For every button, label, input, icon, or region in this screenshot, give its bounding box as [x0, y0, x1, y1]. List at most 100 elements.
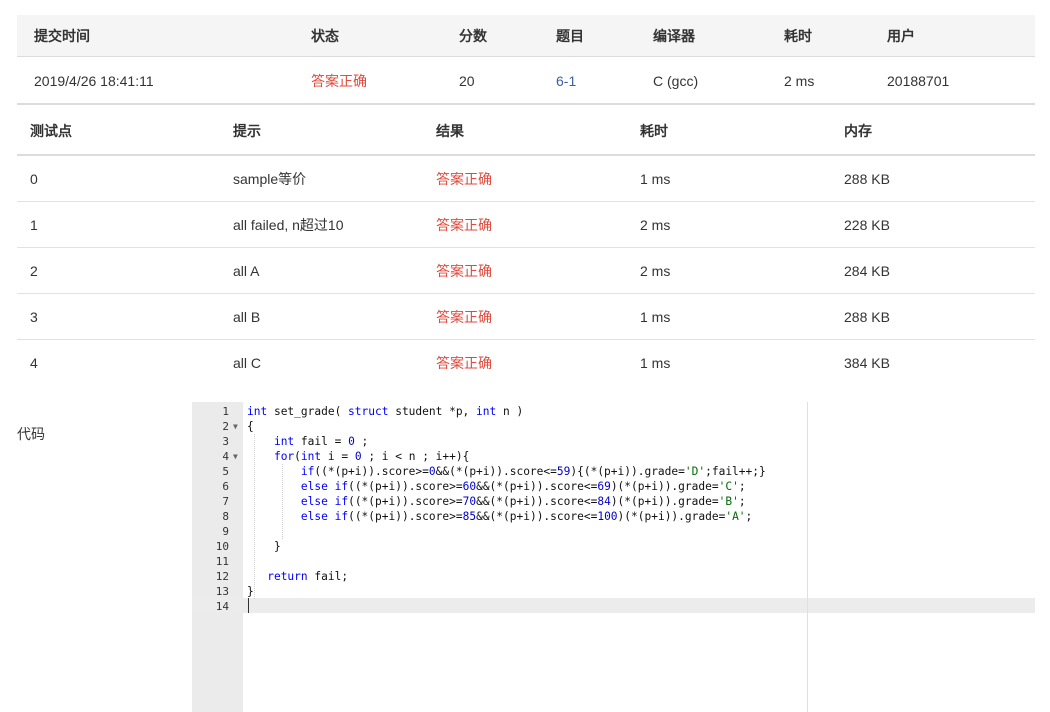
case-hint: sample等价	[233, 171, 307, 187]
case-result: 答案正确	[436, 217, 492, 233]
table-row: 4 all C 答案正确 1 ms 384 KB	[17, 340, 1035, 386]
case-id: 4	[30, 355, 38, 371]
code-line[interactable]: 13}	[192, 584, 1035, 599]
case-duration: 2 ms	[640, 217, 671, 233]
case-id: 1	[30, 217, 38, 233]
code-text: else if((*(p+i)).score>=60&&(*(p+i)).sco…	[300, 480, 746, 493]
line-number: 10	[215, 540, 229, 553]
line-number: 13	[215, 585, 229, 598]
fold-arrow-icon[interactable]: ▼	[233, 449, 238, 464]
indent-guide	[282, 464, 283, 539]
line-number: 1	[222, 405, 229, 418]
case-duration: 1 ms	[640, 355, 671, 371]
case-memory: 384 KB	[844, 355, 890, 371]
case-hint: all failed, n超过10	[233, 217, 344, 233]
case-result: 答案正确	[436, 263, 492, 279]
header-duration: 耗时	[784, 28, 812, 44]
case-hint: all C	[233, 355, 262, 371]
code-text: for(int i = 0 ; i < n ; i++){	[273, 450, 470, 463]
header-user: 用户	[887, 28, 915, 44]
submission-row: 2019/4/26 18:41:11 答案正确 20 6-1 C (gcc) 2…	[17, 57, 1035, 105]
code-text: return fail;	[267, 570, 349, 583]
table-row: 0 sample等价 答案正确 1 ms 288 KB	[17, 156, 1035, 202]
code-line[interactable]: 8 else if((*(p+i)).score>=85&&(*(p+i)).s…	[192, 509, 1035, 524]
header-score: 分数	[459, 28, 487, 44]
code-text: {	[247, 420, 254, 433]
case-duration: 1 ms	[640, 171, 671, 187]
status-badge: 答案正确	[311, 73, 367, 89]
score-value: 20	[459, 73, 475, 89]
code-line[interactable]: 9	[192, 524, 1035, 539]
code-section-label: 代码	[17, 426, 45, 442]
line-number: 8	[222, 510, 229, 523]
fold-arrow-icon[interactable]: ▼	[233, 419, 238, 434]
table-row: 1 all failed, n超过10 答案正确 2 ms 228 KB	[17, 202, 1035, 248]
submission-table: 提交时间 状态 分数 题目 编译器 耗时 用户 2019/4/26 18:41:…	[17, 15, 1035, 105]
code-line[interactable]: 5 if((*(p+i)).score>=0&&(*(p+i)).score<=…	[192, 464, 1035, 479]
header-submit-time: 提交时间	[34, 28, 90, 44]
line-number: 3	[222, 435, 229, 448]
line-number: 4	[222, 450, 229, 463]
indent-guide	[254, 434, 255, 599]
code-text: int fail = 0 ;	[273, 435, 369, 448]
header-result: 结果	[436, 123, 464, 139]
line-number: 11	[215, 555, 229, 568]
code-lines[interactable]: 1 int set_grade( struct student *p, int n…	[192, 404, 1035, 614]
case-id: 3	[30, 309, 38, 325]
header-compiler: 编译器	[653, 28, 695, 44]
case-id: 2	[30, 263, 38, 279]
case-result: 答案正确	[436, 171, 492, 187]
case-memory: 228 KB	[844, 217, 890, 233]
code-text: int set_grade( struct student *p, int n …	[247, 405, 524, 418]
line-number: 12	[215, 570, 229, 583]
line-number: 5	[222, 465, 229, 478]
line-number: 7	[222, 495, 229, 508]
case-memory: 288 KB	[844, 309, 890, 325]
test-case-table: 测试点 提示 结果 耗时 内存 0 sample等价 答案正确 1 ms 288…	[17, 106, 1035, 386]
code-line[interactable]: 1 int set_grade( struct student *p, int n…	[192, 404, 1035, 419]
case-duration: 1 ms	[640, 309, 671, 325]
code-line[interactable]: 2 ▼ {	[192, 419, 1035, 434]
table-row: 2 all A 答案正确 2 ms 284 KB	[17, 248, 1035, 294]
submit-time: 2019/4/26 18:41:11	[34, 73, 154, 89]
case-id: 0	[30, 171, 38, 187]
code-text: }	[247, 585, 254, 598]
header-status: 状态	[311, 28, 339, 44]
case-hint: all A	[233, 263, 260, 279]
header-case-id: 测试点	[30, 123, 72, 139]
header-hint: 提示	[233, 123, 261, 139]
code-line[interactable]: 7 else if((*(p+i)).score>=70&&(*(p+i)).s…	[192, 494, 1035, 509]
code-text: if((*(p+i)).score>=0&&(*(p+i)).score<=59…	[300, 465, 766, 478]
code-line[interactable]: 3 int fail = 0 ;	[192, 434, 1035, 449]
code-line[interactable]: 12 return fail;	[192, 569, 1035, 584]
code-line[interactable]: 10 }	[192, 539, 1035, 554]
user-value: 20188701	[887, 73, 950, 89]
case-memory: 288 KB	[844, 171, 890, 187]
case-memory: 284 KB	[844, 263, 890, 279]
code-editor[interactable]: 1 int set_grade( struct student *p, int n…	[192, 402, 1035, 712]
test-case-header-row: 测试点 提示 结果 耗时 内存	[17, 106, 1035, 156]
line-number: 6	[222, 480, 229, 493]
table-row: 3 all B 答案正确 1 ms 288 KB	[17, 294, 1035, 340]
line-number: 14	[215, 600, 229, 613]
code-text: else if((*(p+i)).score>=85&&(*(p+i)).sco…	[300, 510, 753, 523]
header-memory: 内存	[844, 123, 872, 139]
problem-link[interactable]: 6-1	[556, 57, 576, 105]
case-result: 答案正确	[436, 355, 492, 371]
code-text: else if((*(p+i)).score>=70&&(*(p+i)).sco…	[300, 495, 746, 508]
header-case-duration: 耗时	[640, 123, 668, 139]
code-line[interactable]: 6 else if((*(p+i)).score>=60&&(*(p+i)).s…	[192, 479, 1035, 494]
text-cursor	[248, 598, 249, 613]
code-line[interactable]: 14	[192, 599, 1035, 614]
case-duration: 2 ms	[640, 263, 671, 279]
duration-value: 2 ms	[784, 73, 815, 89]
code-text: }	[247, 540, 281, 553]
header-problem: 题目	[556, 28, 584, 44]
case-hint: all B	[233, 309, 261, 325]
line-number: 2	[222, 420, 229, 433]
line-number: 9	[222, 525, 229, 538]
code-line[interactable]: 4 ▼ for(int i = 0 ; i < n ; i++){	[192, 449, 1035, 464]
compiler-value: C (gcc)	[653, 73, 699, 89]
code-line[interactable]: 11	[192, 554, 1035, 569]
case-result: 答案正确	[436, 309, 492, 325]
